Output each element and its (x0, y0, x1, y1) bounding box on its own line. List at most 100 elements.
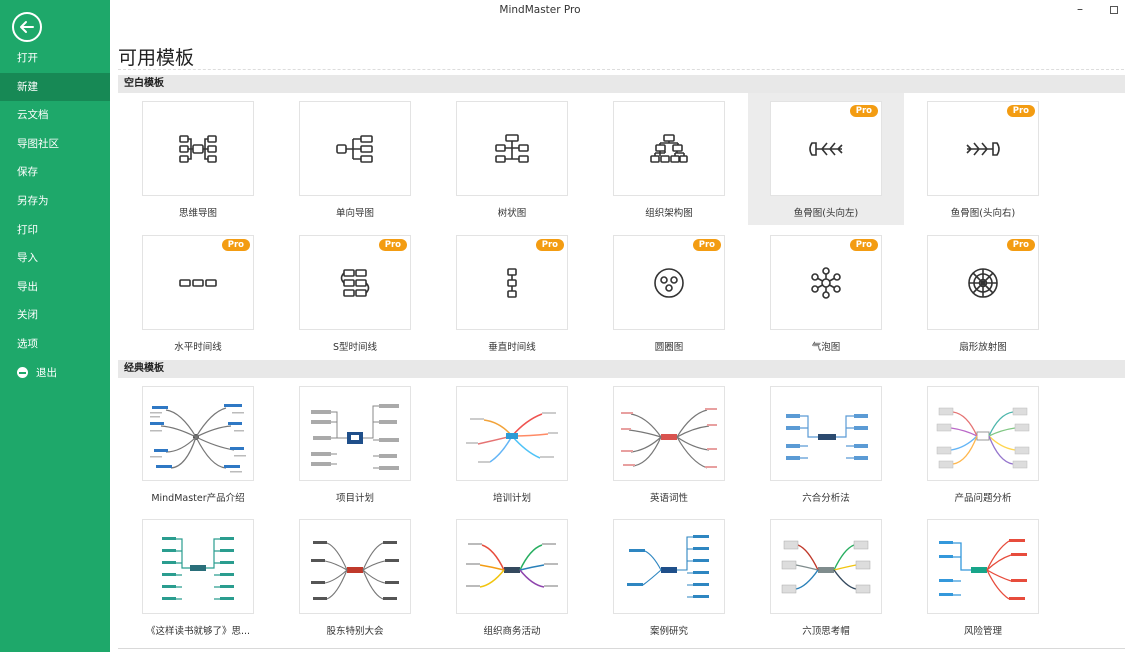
circle-map-icon (654, 267, 684, 298)
template-card-classic[interactable]: 《这样读书就够了》思... (120, 519, 276, 637)
minimize-button[interactable]: – (1077, 2, 1083, 16)
sidebar-item-community[interactable]: 导图社区 (0, 130, 110, 159)
sidebar-item-exit[interactable]: 退出 (0, 359, 110, 388)
divider (118, 69, 1124, 70)
exit-icon (17, 367, 28, 379)
sidebar-item-label: 打印 (17, 223, 38, 236)
template-card-one-way[interactable]: 单向导图 (277, 101, 433, 219)
sidebar-item-import[interactable]: 导入 (0, 244, 110, 273)
template-label: 单向导图 (335, 208, 374, 219)
sidebar-item-options[interactable]: 选项 (0, 330, 110, 359)
template-card-classic[interactable]: 六顶思考帽 (748, 519, 904, 637)
app-title: MindMaster Pro (499, 4, 581, 16)
template-thumbnail: Pro (299, 235, 411, 330)
sidebar-item-cloud-docs[interactable]: 云文档 (0, 101, 110, 130)
template-thumbnail (770, 519, 882, 614)
sidebar-item-open[interactable]: 打开 (0, 44, 110, 73)
mindmap-preview-icon (627, 534, 709, 598)
sidebar-item-label: 导图社区 (17, 137, 59, 150)
sidebar-item-label: 导出 (17, 280, 38, 293)
template-card-classic[interactable]: 产品问题分析 (905, 386, 1061, 504)
template-card-mindmap[interactable]: 思维导图 (120, 101, 276, 219)
template-thumbnail (142, 101, 254, 196)
template-label: 组织商务活动 (483, 626, 541, 637)
template-thumbnail (299, 519, 411, 614)
template-card-classic[interactable]: 案例研究 (591, 519, 747, 637)
template-thumbnail (456, 386, 568, 481)
mindmap-preview-icon (621, 407, 717, 469)
sidebar-item-label: 另存为 (17, 194, 49, 207)
sidebar-item-export[interactable]: 导出 (0, 273, 110, 302)
template-card-bubble-map[interactable]: Pro 气泡图 (748, 235, 904, 353)
template-card-radial-map[interactable]: Pro 扇形放射图 (905, 235, 1061, 353)
sidebar: 打开 新建 云文档 导图社区 保存 另存为 打印 导入 导出 关闭 选项 退出 (0, 0, 110, 652)
pro-badge: Pro (692, 239, 721, 251)
template-card-horizontal-timeline[interactable]: Pro 水平时间线 (120, 235, 276, 353)
template-card-classic[interactable]: 英语词性 (591, 386, 747, 504)
template-card-org-chart[interactable]: 组织架构图 (591, 101, 747, 219)
template-label: 组织架构图 (645, 208, 693, 219)
sidebar-item-label: 打开 (17, 52, 38, 64)
template-card-classic[interactable]: 项目计划 (277, 386, 433, 504)
template-label: S型时间线 (332, 342, 378, 353)
sidebar-item-close[interactable]: 关闭 (0, 301, 110, 330)
mindmap-preview-icon (936, 407, 1030, 468)
template-label: 英语词性 (649, 493, 688, 504)
mindmap-preview-icon (786, 413, 868, 460)
sidebar-item-save[interactable]: 保存 (0, 158, 110, 187)
template-card-classic[interactable]: MindMaster产品介绍 (120, 386, 276, 504)
template-card-classic[interactable]: 六合分析法 (748, 386, 904, 504)
pro-badge: Pro (849, 239, 878, 251)
template-label: 培训计划 (492, 493, 531, 504)
template-thumbnail: Pro (770, 101, 882, 196)
sidebar-item-label: 保存 (17, 166, 38, 179)
template-thumbnail (613, 519, 725, 614)
template-label: 风险管理 (963, 626, 1002, 637)
pro-badge: Pro (849, 105, 878, 117)
template-label: 气泡图 (811, 342, 841, 353)
template-thumbnail: Pro (770, 235, 882, 330)
template-label: 项目计划 (335, 493, 374, 504)
template-label: 思维导图 (178, 208, 217, 219)
pro-badge: Pro (1006, 239, 1035, 251)
sidebar-item-label: 导入 (17, 252, 38, 265)
mindmap-preview-icon (781, 540, 871, 593)
template-card-s-timeline[interactable]: Pro S型时间线 (277, 235, 433, 353)
template-card-classic[interactable]: 股东特别大会 (277, 519, 433, 637)
template-thumbnail (770, 386, 882, 481)
fishbone-left-icon (809, 141, 843, 156)
template-card-classic[interactable]: 风险管理 (905, 519, 1061, 637)
template-label: MindMaster产品介绍 (151, 493, 245, 504)
template-label: 垂直时间线 (488, 342, 536, 353)
template-label: 树状图 (497, 208, 527, 219)
template-thumbnail (299, 386, 411, 481)
section-header-classic: 经典模板 (118, 360, 1125, 378)
horizontal-timeline-icon (179, 278, 217, 287)
template-card-vertical-timeline[interactable]: Pro 垂直时间线 (434, 235, 590, 353)
template-card-fishbone-right[interactable]: Pro 鱼骨图(头向右) (905, 101, 1061, 219)
template-card-circle-map[interactable]: Pro 圆圈图 (591, 235, 747, 353)
sidebar-item-label: 关闭 (17, 309, 38, 322)
sidebar-item-label: 云文档 (17, 109, 49, 122)
vertical-timeline-icon (507, 267, 517, 298)
template-card-fishbone-left[interactable]: Pro 鱼骨图(头向左) (748, 93, 904, 225)
sidebar-item-print[interactable]: 打印 (0, 216, 110, 245)
page-title: 可用模板 (118, 47, 195, 69)
template-label: 水平时间线 (174, 342, 222, 353)
bottom-divider (118, 648, 1125, 649)
fishbone-right-icon (966, 141, 1000, 156)
back-button[interactable] (12, 12, 42, 42)
s-timeline-icon (340, 268, 370, 297)
template-label: 《这样读书就够了》思... (145, 626, 251, 637)
sidebar-item-new[interactable]: 新建 (0, 72, 110, 102)
mindmap-preview-icon (150, 403, 246, 472)
template-label: 股东特别大会 (326, 626, 384, 637)
sidebar-item-save-as[interactable]: 另存为 (0, 187, 110, 216)
template-thumbnail (613, 101, 725, 196)
maximize-button[interactable] (1110, 6, 1118, 14)
template-thumbnail (613, 386, 725, 481)
template-thumbnail (142, 519, 254, 614)
template-card-tree[interactable]: 树状图 (434, 101, 590, 219)
template-card-classic[interactable]: 培训计划 (434, 386, 590, 504)
template-card-classic[interactable]: 组织商务活动 (434, 519, 590, 637)
